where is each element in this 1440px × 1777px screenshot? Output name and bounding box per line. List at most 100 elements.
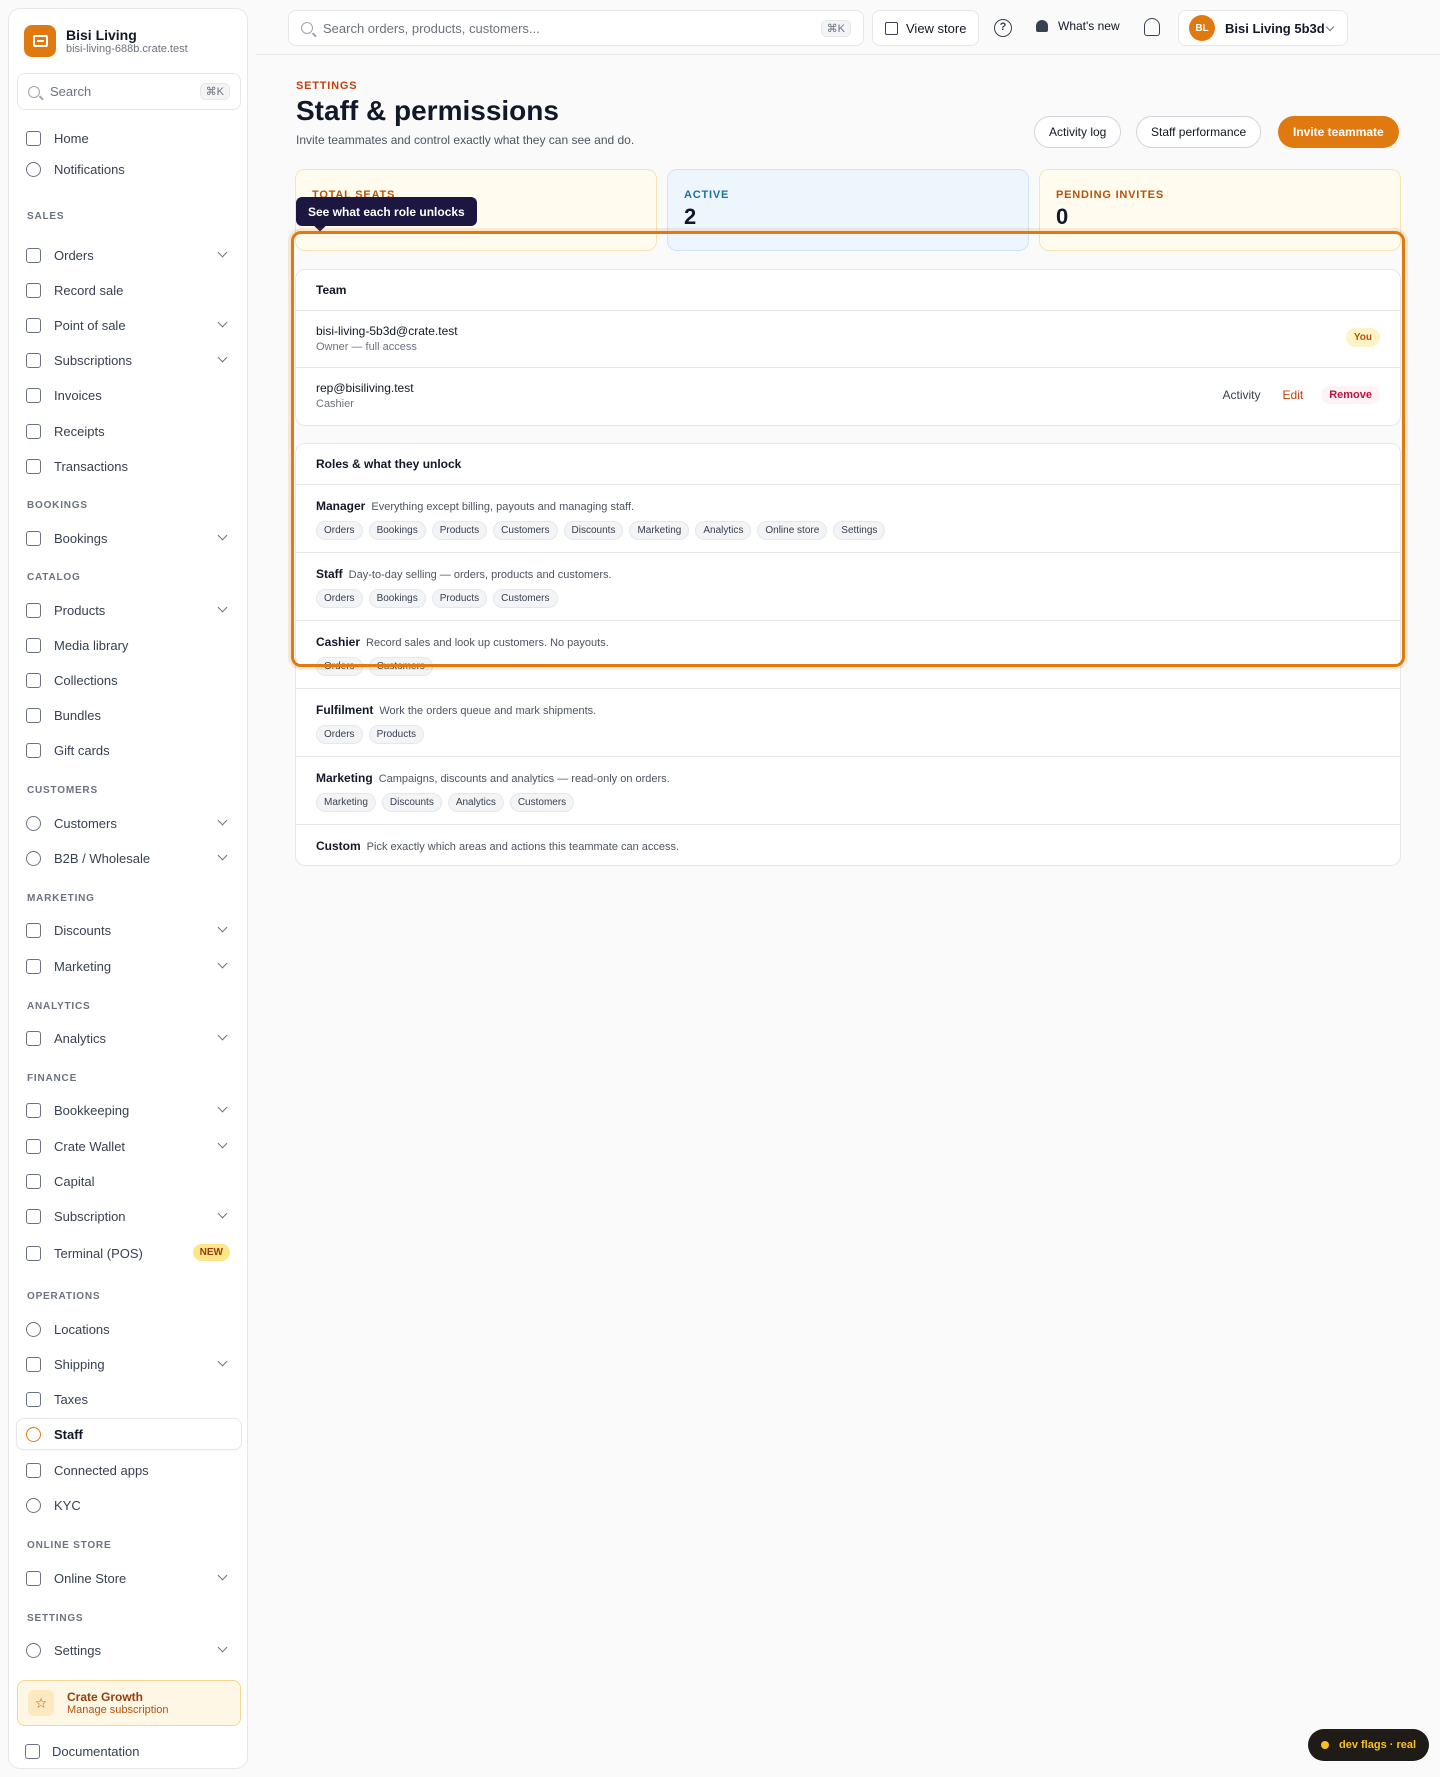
sidebar-item-crate-wallet[interactable]: Crate Wallet [16,1130,242,1162]
sidebar-item-label: Connected apps [54,1462,149,1478]
sidebar-item-online-store[interactable]: Online Store [16,1562,242,1594]
documentation-link[interactable]: Documentation [25,1744,139,1759]
whats-new-button[interactable]: What's new [1036,19,1120,33]
account-menu[interactable]: BL Bisi Living 5b3d [1178,10,1348,46]
whats-new-label: What's new [1058,19,1120,33]
shield-icon [26,1497,41,1513]
sidebar-item-notifications[interactable]: Notifications [16,153,242,185]
global-search-placeholder: Search orders, products, customers... [323,20,540,36]
sidebar-item-label: Notifications [54,161,125,177]
sidebar-item-label: Terminal (POS) [54,1245,143,1261]
sidebar-item-b2b[interactable]: B2B / Wholesale [16,842,242,874]
sidebar-search[interactable]: Search ⌘K [17,73,241,110]
section-marketing: MARKETING [27,893,95,904]
sidebar-item-locations[interactable]: Locations [16,1313,242,1345]
staff-performance-button[interactable]: Staff performance [1136,116,1262,148]
new-badge: NEW [192,1244,230,1261]
sidebar-item-invoices[interactable]: Invoices [16,379,242,411]
team-title: Team [296,270,1400,311]
sidebar-item-shipping[interactable]: Shipping [16,1348,242,1380]
box-icon [26,352,41,368]
member-role: Owner — full access [316,341,417,353]
permission-chip: Marketing [316,793,376,812]
sidebar-item-terminal[interactable]: Terminal (POS) NEW [16,1237,242,1269]
sidebar-item-customers[interactable]: Customers [16,807,242,839]
receipt-icon [26,423,41,439]
permission-chip: Customers [368,657,433,676]
invite-teammate-button[interactable]: Invite teammate [1278,116,1399,148]
sidebar-item-label: Gift cards [54,742,110,758]
sidebar-item-label: Capital [54,1173,95,1189]
sidebar-item-connected-apps[interactable]: Connected apps [16,1454,242,1486]
chart-icon [26,1030,41,1046]
sidebar-search-label: Search [50,84,92,99]
sidebar-item-media-library[interactable]: Media library [16,629,242,661]
sidebar-item-label: Invoices [54,387,102,403]
view-store-button[interactable]: View store [872,10,980,46]
help-icon[interactable]: ? [994,19,1012,37]
growth-title: Crate Growth [67,1689,144,1704]
sidebar-item-taxes[interactable]: Taxes [16,1383,242,1415]
edit-link[interactable]: Edit [1283,388,1304,402]
team-member-row: bisi-living-5b3d@crate.test Owner — full… [296,311,1400,368]
chevron-down-icon [217,352,228,363]
sidebar-item-discounts[interactable]: Discounts [16,914,242,946]
permission-chip: Products [368,725,425,744]
role-description: Record sales and look up customers. No p… [366,637,609,649]
sidebar-item-bundles[interactable]: Bundles [16,699,242,731]
brand[interactable]: Bisi Living bisi-living-688b.crate.test [24,25,188,57]
dev-flags-label: dev flags · real [1339,1739,1417,1751]
sidebar-item-marketing[interactable]: Marketing [16,950,242,982]
sidebar-item-receipts[interactable]: Receipts [16,415,242,447]
sidebar-item-orders[interactable]: Orders [16,239,242,271]
sidebar-item-label: Settings [54,1642,101,1658]
sidebar-item-label: Crate Wallet [54,1138,126,1154]
growth-plan-card[interactable]: ☆ Crate Growth Manage subscription [17,1680,241,1726]
sidebar-item-home[interactable]: Home [16,122,242,154]
you-badge: You [1345,328,1380,347]
role-row: Fulfilment Work the orders queue and mark… [296,689,1400,757]
search-icon [301,22,313,34]
dev-flags-pill[interactable]: dev flags · real [1308,1729,1430,1761]
sidebar-item-subscription[interactable]: Subscription [16,1200,242,1232]
file-icon [26,387,41,403]
sidebar-item-bookings[interactable]: Bookings [16,522,242,554]
sidebar-item-label: Subscriptions [54,352,133,368]
permission-chip: Online store [757,521,828,540]
sidebar-item-kyc[interactable]: KYC [16,1489,242,1521]
stat-label: ACTIVE [684,189,730,201]
sidebar-item-label: Locations [54,1321,110,1337]
roles-title: Roles & what they unlock [296,444,1400,485]
global-search-input[interactable]: Search orders, products, customers... ⌘K [288,10,864,46]
account-name: Bisi Living 5b3d [1225,20,1325,36]
activity-log-button[interactable]: Activity log [1034,116,1122,148]
role-name: Custom [316,839,361,853]
notifications-bell-icon[interactable] [1144,18,1160,36]
store-logo-icon [24,25,56,57]
sidebar-item-products[interactable]: Products [16,594,242,626]
sidebar-item-staff[interactable]: Staff [16,1418,242,1450]
grid-icon [26,672,41,688]
role-name: Manager [316,499,366,513]
sidebar-item-subscriptions[interactable]: Subscriptions [16,344,242,376]
permission-chip: Discounts [563,521,624,540]
section-online-store: ONLINE STORE [27,1540,112,1551]
sidebar-item-gift-cards[interactable]: Gift cards [16,734,242,766]
sidebar-item-record-sale[interactable]: Record sale [16,274,242,306]
user-plus-icon [26,1426,41,1442]
sidebar-item-bookkeeping[interactable]: Bookkeeping [16,1094,242,1126]
message-icon [26,161,41,177]
chevron-down-icon [1325,22,1335,32]
remove-button[interactable]: Remove [1321,386,1380,404]
activity-link[interactable]: Activity [1223,388,1261,402]
sidebar-item-settings[interactable]: Settings [16,1634,242,1666]
sidebar-item-collections[interactable]: Collections [16,664,242,696]
sidebar-item-transactions[interactable]: Transactions [16,450,242,482]
sidebar-item-label: Transactions [54,458,128,474]
sidebar-item-point-of-sale[interactable]: Point of sale [16,309,242,341]
chevron-down-icon [217,1356,228,1367]
sidebar-item-label: Bundles [54,707,101,723]
sidebar-item-capital[interactable]: Capital [16,1165,242,1197]
avatar: BL [1189,15,1215,41]
sidebar-item-analytics[interactable]: Analytics [16,1022,242,1054]
